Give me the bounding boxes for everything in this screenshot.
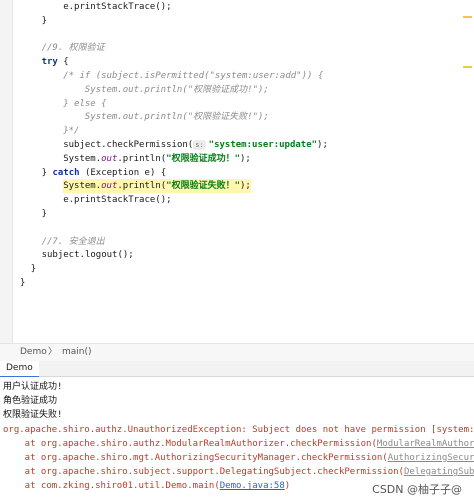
code-token: }: [30, 264, 37, 275]
console-line[interactable]: at com.zking.shiro01.util.Demo.main(Demo…: [3, 479, 291, 493]
console-text: at com.zking.shiro01.util.Demo.main(: [3, 481, 220, 492]
code-token: System.out.println("权限验证成功!");: [84, 84, 269, 95]
code-line[interactable]: }: [42, 14, 47, 28]
code-token: }: [41, 209, 48, 219]
code-token: /* if (subject.isPermitted("system:user:…: [63, 71, 324, 81]
warning-marker[interactable]: [463, 66, 472, 68]
editor-scrollbar[interactable]: [462, 0, 474, 343]
code-token: );: [240, 153, 251, 164]
code-token: } else {: [63, 98, 107, 109]
console-line[interactable]: 角色验证成功: [3, 394, 57, 408]
breadcrumb-method[interactable]: main(): [62, 344, 92, 361]
code-line[interactable]: try {: [42, 55, 69, 69]
code-token: }: [41, 15, 48, 26]
code-token: e.printStackTrace();: [63, 195, 172, 206]
code-line[interactable]: System.out.println("权限验证失败！");: [63, 179, 251, 194]
code-token: catch: [52, 167, 80, 178]
code-line[interactable]: } else {: [63, 97, 106, 111]
code-token: System.: [63, 181, 102, 192]
code-token: );: [240, 181, 251, 192]
code-line[interactable]: //9. 权限验证: [42, 41, 105, 55]
code-token: );: [317, 140, 328, 150]
stack-trace-link[interactable]: ModularRealmAuthorizer.java:323: [377, 439, 474, 449]
code-token: //7. 安全退出: [41, 236, 105, 247]
console-line[interactable]: at org.apache.shiro.mgt.AuthorizingSecur…: [3, 451, 474, 465]
parameter-hint: s:: [193, 140, 206, 150]
code-token: e.printStackTrace();: [63, 2, 172, 12]
code-line[interactable]: subject.logout();: [42, 248, 134, 262]
code-line[interactable]: }: [31, 262, 36, 276]
console-text: 权限验证失败!: [3, 410, 63, 421]
console-line[interactable]: 用户认证成功!: [3, 380, 62, 394]
code-token: }*/: [63, 126, 80, 137]
console-text: at org.apache.shiro.mgt.AuthorizingSecur…: [3, 453, 388, 463]
breadcrumb-class[interactable]: Demo: [20, 344, 47, 361]
code-token: "权限验证失败！": [166, 181, 241, 192]
code-editor[interactable]: e.printStackTrace();}//9. 权限验证 try {/* if…: [0, 0, 474, 343]
code-token: (Exception e) {: [79, 167, 167, 178]
console-text: ): [284, 481, 291, 492]
console-text: at org.apache.shiro.subject.support.Dele…: [3, 467, 404, 478]
warning-marker[interactable]: [463, 16, 472, 18]
watermark: CSDN @柚子子@: [370, 481, 464, 497]
breadcrumb-separator: 〉: [48, 347, 58, 357]
code-line[interactable]: //7. 安全退出: [42, 235, 105, 249]
console-line[interactable]: 权限验证失败!: [3, 408, 62, 422]
code-line[interactable]: }*/: [63, 124, 79, 138]
editor-gutter[interactable]: [0, 0, 13, 343]
console-text: 角色验证成功: [3, 396, 58, 407]
code-line[interactable]: /* if (subject.isPermitted("system:user:…: [63, 69, 323, 83]
stack-trace-link[interactable]: Demo.java:58: [220, 481, 285, 491]
code-token: out: [101, 153, 118, 164]
code-line[interactable]: subject.checkPermission(s: "system:user:u…: [63, 138, 328, 152]
run-tool-window-tabs: Demo: [0, 361, 474, 378]
console-line[interactable]: at org.apache.shiro.authz.ModularRealmAu…: [3, 437, 474, 451]
code-token: subject.logout();: [41, 250, 134, 261]
console-line[interactable]: at org.apache.shiro.subject.support.Dele…: [3, 465, 474, 479]
code-token: System.: [63, 153, 102, 164]
code-line[interactable]: }: [42, 207, 47, 221]
code-line[interactable]: e.printStackTrace();: [63, 193, 171, 207]
code-token: }: [41, 167, 53, 178]
code-token: //9. 权限验证: [41, 43, 105, 54]
stack-trace-link[interactable]: DelegatingSubject.java:209: [404, 467, 474, 477]
code-token: .println(: [117, 181, 167, 192]
code-line[interactable]: System.out.println("权限验证失败!");: [85, 110, 269, 124]
code-line[interactable]: e.printStackTrace();: [63, 0, 171, 14]
code-line[interactable]: }: [20, 276, 25, 290]
code-line[interactable]: System.out.println("权限验证成功!");: [85, 83, 269, 97]
code-token: .println(: [117, 153, 167, 164]
console-text: 用户认证成功!: [3, 382, 63, 392]
run-tab-demo[interactable]: Demo: [0, 361, 39, 378]
code-token: {: [57, 57, 69, 68]
code-token: "system:user:update": [208, 140, 318, 150]
console-text: org.apache.shiro.authz.UnauthorizedExcep…: [3, 424, 474, 435]
breadcrumb: Demo 〉 main(): [0, 343, 474, 362]
code-token: try: [41, 57, 58, 68]
code-token: }: [20, 278, 26, 288]
code-line[interactable]: } catch (Exception e) {: [42, 166, 167, 180]
code-line[interactable]: System.out.println("权限验证成功！");: [63, 152, 251, 166]
console-line[interactable]: org.apache.shiro.authz.UnauthorizedExcep…: [3, 423, 474, 437]
code-token: out: [101, 181, 118, 192]
code-token: "权限验证成功！": [166, 153, 241, 164]
stack-trace-link[interactable]: AuthorizingSecurityManager.java:137: [388, 453, 474, 463]
console-text: at org.apache.shiro.authz.ModularRealmAu…: [3, 438, 377, 449]
code-token: System.out.println("权限验证失败!");: [84, 112, 269, 123]
code-token: subject.checkPermission(: [63, 140, 194, 150]
